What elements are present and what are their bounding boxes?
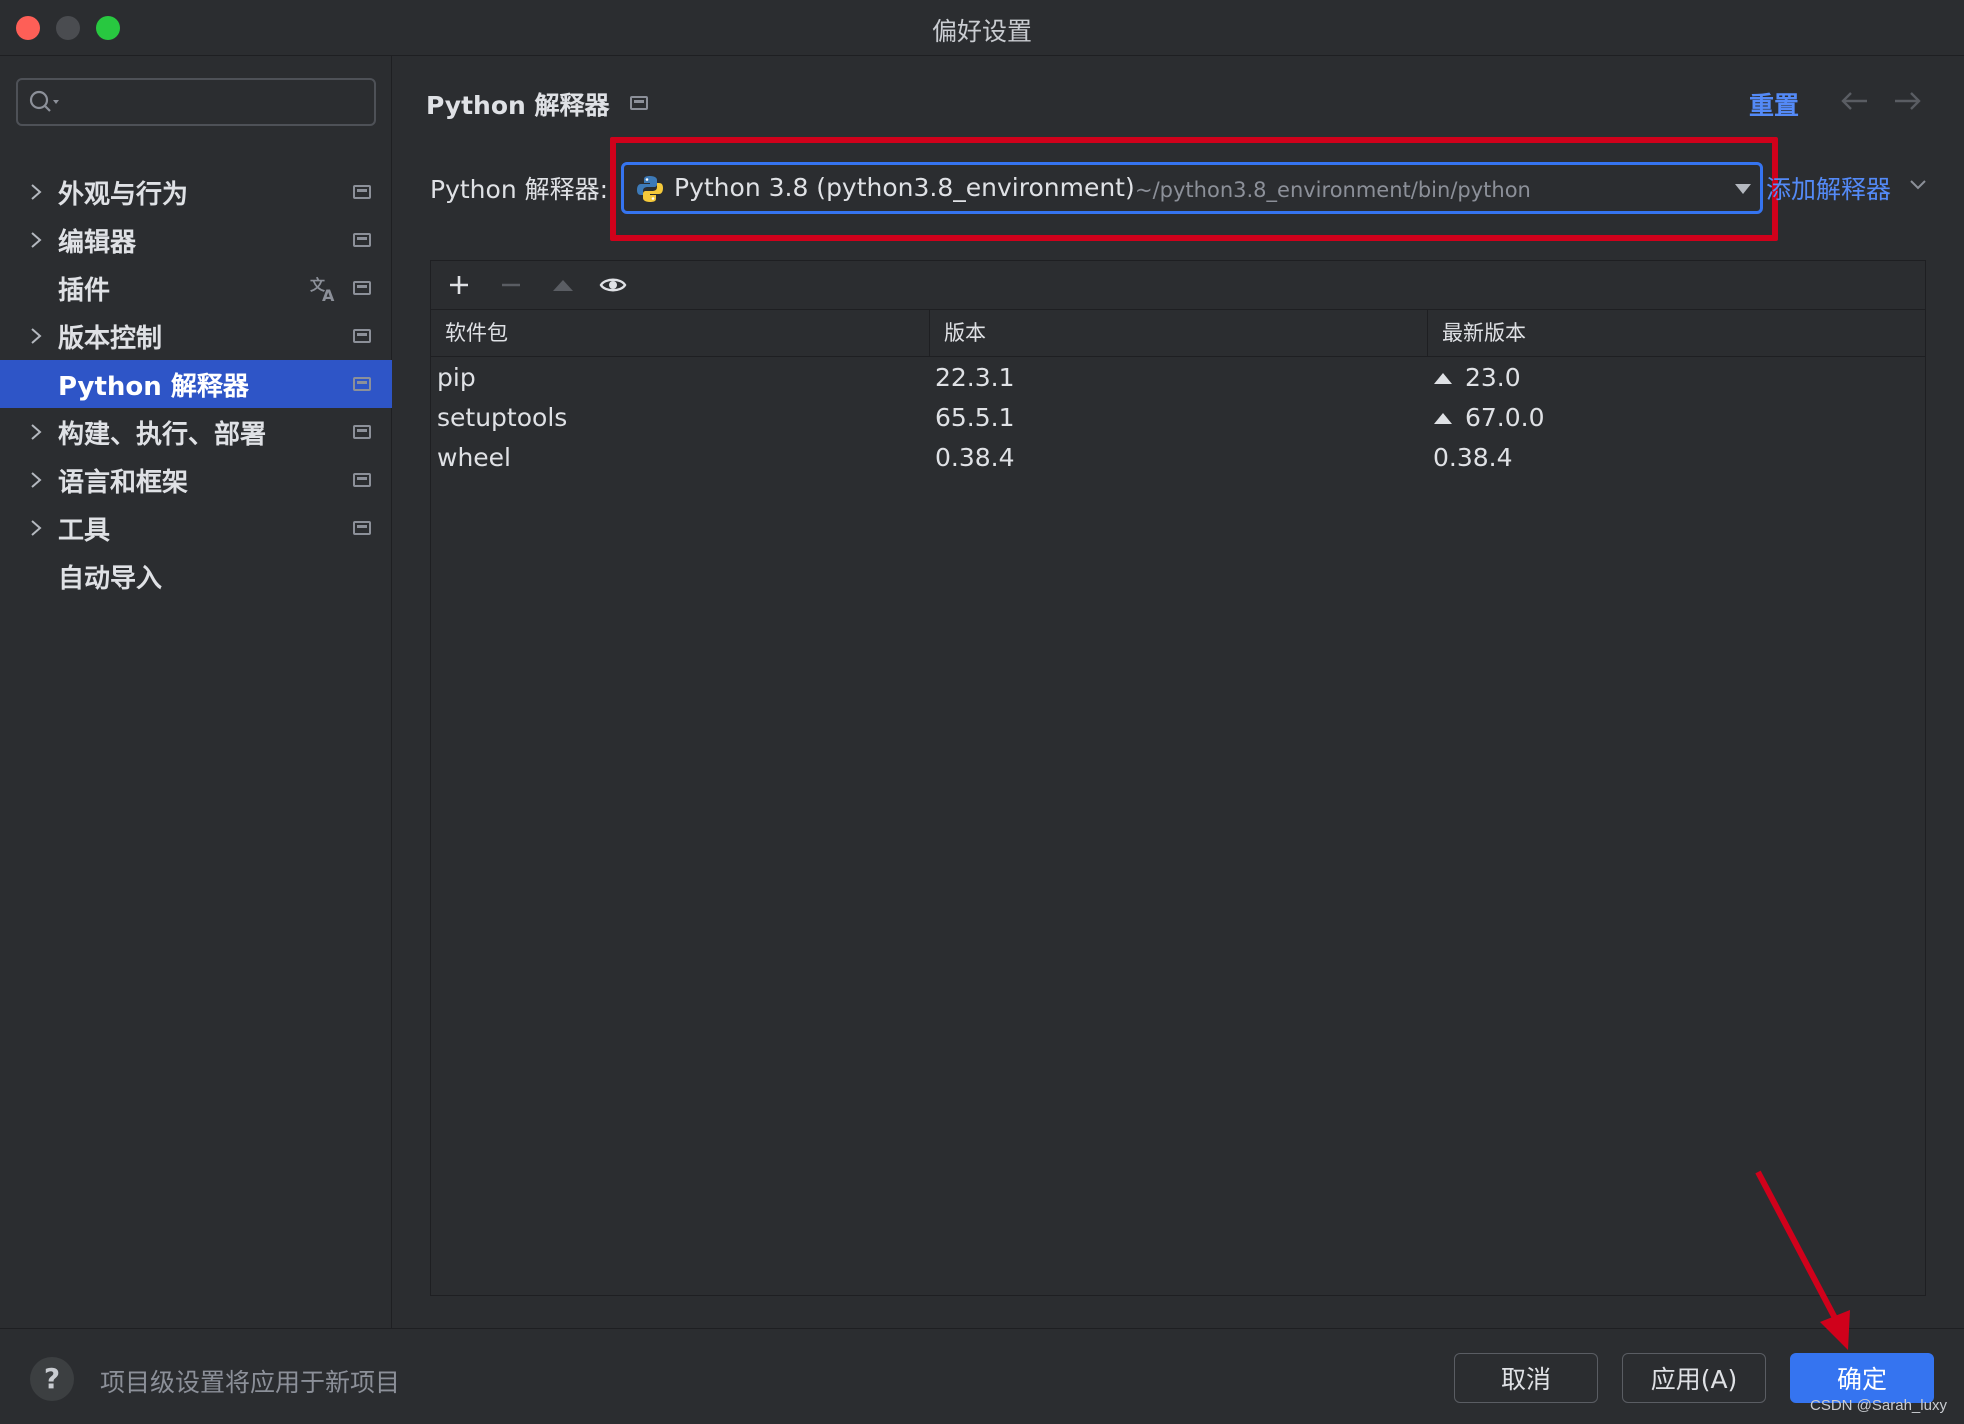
footer-note: 项目级设置将应用于新项目	[100, 1368, 401, 1397]
sidebar-item-version-control[interactable]: 版本控制	[0, 312, 392, 360]
project-scope-icon	[353, 473, 371, 487]
reset-link[interactable]: 重置	[1749, 86, 1799, 122]
chevron-right-icon[interactable]	[26, 230, 46, 250]
chevron-right-icon[interactable]	[26, 182, 46, 202]
interpreter-label: Python 解释器:	[430, 175, 609, 204]
package-name: setuptools	[437, 403, 568, 432]
table-row[interactable]: setuptools 65.5.1 67.0.0	[431, 399, 1925, 439]
arrow-right-icon[interactable]	[1891, 86, 1923, 116]
sidebar-item-label: 版本控制	[58, 323, 163, 354]
package-latest-version: 67.0.0	[1465, 403, 1545, 432]
project-scope-icon	[630, 96, 648, 110]
project-scope-icon	[353, 185, 371, 199]
upgrade-available-icon	[1434, 412, 1452, 424]
sidebar-item-label: Python 解释器	[58, 371, 249, 402]
project-scope-icon	[353, 425, 371, 439]
sidebar-item-python-interpreter[interactable]: Python 解释器	[0, 360, 392, 408]
interpreter-name: Python 3.8 (python3.8_environment)	[674, 173, 1135, 202]
translate-icon: 文 A	[310, 276, 335, 304]
settings-content: Python 解释器 重置 Python 解释器: Python 3.8 (py…	[393, 56, 1964, 1328]
package-latest-version: 0.38.4	[1433, 443, 1513, 472]
package-latest: 0.38.4	[1433, 443, 1513, 472]
chevron-down-icon[interactable]	[1734, 183, 1752, 195]
sidebar-item-tools[interactable]: 工具	[0, 504, 392, 552]
column-header-version[interactable]: 版本	[929, 310, 1427, 356]
help-button[interactable]: ?	[30, 1357, 74, 1401]
sidebar-item-label: 构建、执行、部署	[58, 419, 267, 450]
chevron-right-icon[interactable]	[26, 470, 46, 490]
cancel-button[interactable]: 取消	[1454, 1353, 1598, 1403]
chevron-right-icon[interactable]	[26, 326, 46, 346]
column-header-latest-version[interactable]: 最新版本	[1427, 310, 1925, 356]
packages-table-header: 软件包 版本 最新版本	[431, 309, 1925, 357]
remove-icon[interactable]	[497, 271, 525, 299]
table-row[interactable]: pip 22.3.1 23.0	[431, 359, 1925, 399]
sidebar-search[interactable]	[16, 78, 376, 126]
sidebar-item-label: 工具	[58, 515, 111, 546]
package-version: 0.38.4	[935, 443, 1015, 472]
sidebar-item-build-execution-deployment[interactable]: 构建、执行、部署	[0, 408, 392, 456]
chevron-right-icon[interactable]	[26, 422, 46, 442]
project-scope-icon	[353, 281, 371, 295]
eye-icon[interactable]	[599, 271, 627, 299]
upgrade-available-icon	[1434, 372, 1452, 384]
sidebar-item-editor[interactable]: 编辑器	[0, 216, 392, 264]
package-latest: 23.0	[1433, 363, 1521, 392]
add-icon[interactable]	[445, 271, 473, 299]
search-input[interactable]	[66, 86, 366, 118]
sidebar-item-label: 插件	[58, 275, 111, 306]
title-bar: 偏好设置	[0, 0, 1964, 56]
svg-text:A: A	[322, 286, 335, 304]
add-interpreter-link[interactable]: 添加解释器	[1766, 170, 1891, 206]
sidebar-item-appearance[interactable]: 外观与行为	[0, 168, 392, 216]
settings-nav: 外观与行为 编辑器 插件 文 A 版本控制 Python 解释器 构建、执行、部…	[0, 168, 392, 600]
sidebar-item-label: 自动导入	[58, 563, 163, 594]
search-icon	[29, 90, 59, 112]
apply-button[interactable]: 应用(A)	[1622, 1353, 1766, 1403]
dialog-footer: ? 项目级设置将应用于新项目 取消 应用(A) 确定 CSDN @Sarah_l…	[0, 1328, 1964, 1424]
watermark: CSDN @Sarah_luxy	[1810, 1397, 1947, 1414]
sidebar-item-label: 外观与行为	[58, 179, 189, 210]
package-latest-version: 23.0	[1465, 363, 1521, 392]
project-scope-icon	[353, 329, 371, 343]
sidebar-item-plugins[interactable]: 插件 文 A	[0, 264, 392, 312]
sidebar-item-auto-import[interactable]: 自动导入	[0, 552, 392, 600]
ok-button[interactable]: 确定	[1790, 1353, 1934, 1403]
package-version: 22.3.1	[935, 363, 1015, 392]
sidebar-item-label: 语言和框架	[58, 467, 189, 498]
column-header-package[interactable]: 软件包	[431, 310, 929, 356]
sidebar: 外观与行为 编辑器 插件 文 A 版本控制 Python 解释器 构建、执行、部…	[0, 56, 392, 1328]
packages-table-body: pip 22.3.1 23.0 setuptools 65.5.1 67.0.0…	[431, 359, 1925, 479]
arrow-left-icon[interactable]	[1839, 86, 1871, 116]
package-name: wheel	[437, 443, 511, 472]
window-title: 偏好设置	[931, 17, 1032, 46]
package-latest: 67.0.0	[1433, 403, 1545, 432]
sidebar-item-languages-frameworks[interactable]: 语言和框架	[0, 456, 392, 504]
project-scope-icon	[353, 377, 371, 391]
python-logo-icon	[637, 176, 663, 202]
package-name: pip	[437, 363, 476, 392]
interpreter-path: ~/python3.8_environment/bin/python	[1135, 178, 1531, 202]
project-scope-icon	[353, 521, 371, 535]
chevron-down-icon[interactable]	[1909, 178, 1927, 192]
package-version: 65.5.1	[935, 403, 1015, 432]
packages-panel: 软件包 版本 最新版本 pip 22.3.1 23.0 setuptools 6…	[430, 260, 1926, 1296]
project-scope-icon	[353, 233, 371, 247]
chevron-right-icon[interactable]	[26, 518, 46, 538]
interpreter-select[interactable]: Python 3.8 (python3.8_environment) ~/pyt…	[621, 162, 1763, 214]
table-row[interactable]: wheel 0.38.4 0.38.4	[431, 439, 1925, 479]
upgrade-icon[interactable]	[549, 271, 577, 299]
packages-toolbar	[431, 261, 1925, 309]
page-title: Python 解释器	[426, 91, 610, 120]
sidebar-item-label: 编辑器	[58, 227, 137, 258]
